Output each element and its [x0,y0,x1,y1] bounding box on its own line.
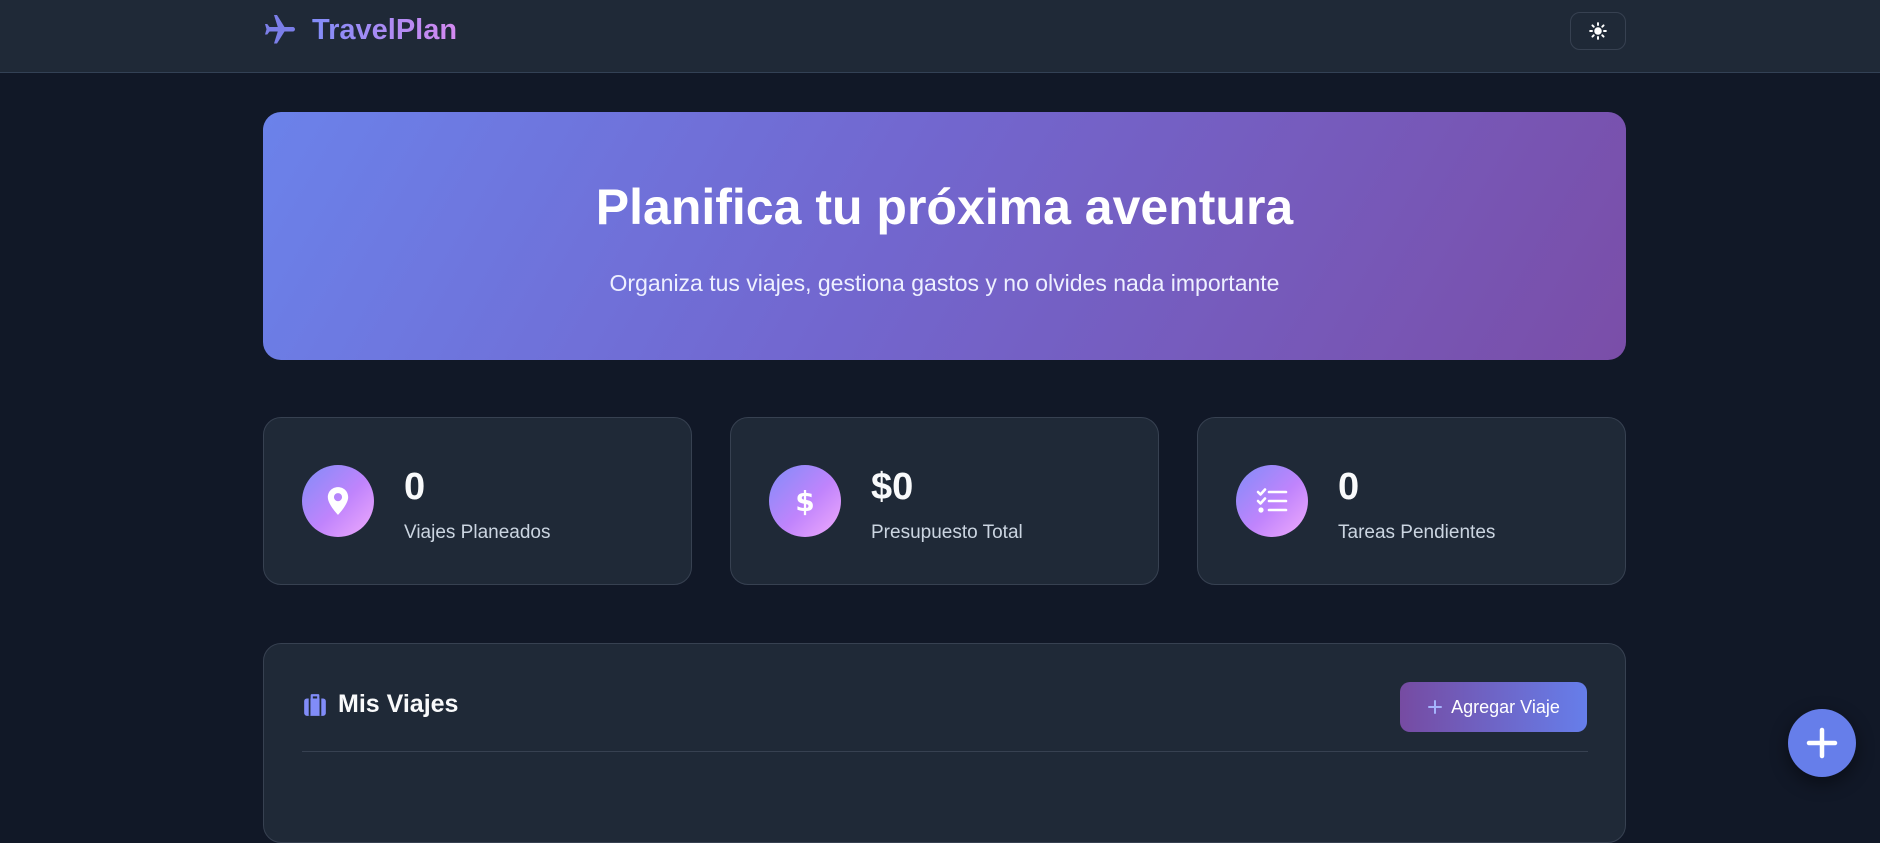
airplane-icon [265,15,295,44]
theme-toggle-button[interactable] [1570,12,1626,50]
add-trip-label: Agregar Viaje [1451,696,1560,717]
svg-text:$: $ [795,485,814,517]
dollar-icon: $ [769,465,841,537]
stat-card-tasks: 0 Tareas Pendientes [1197,417,1626,585]
sun-icon [1589,22,1607,40]
stat-value: 0 [1338,466,1360,508]
stat-value: $0 [871,466,914,508]
top-navbar: TravelPlan [0,0,1880,73]
add-trip-button[interactable]: Agregar Viaje [1400,682,1587,732]
trips-panel: Mis Viajes Agregar Viaje [263,643,1626,843]
brand-name: TravelPlan [312,13,458,46]
hero-title: Planifica tu próxima aventura [595,179,1294,235]
hero-subtitle: Organiza tus viajes, gestiona gastos y n… [609,270,1280,296]
brand-logo[interactable]: TravelPlan [262,10,457,50]
hero-banner: Planifica tu próxima aventura Organiza t… [263,112,1626,360]
suitcase-icon [304,693,326,716]
plus-icon [1428,700,1443,714]
stat-value: 0 [404,466,426,508]
map-pin-icon [302,465,374,537]
divider [302,751,1588,752]
stat-card-trips: 0 Viajes Planeados [263,417,692,585]
trips-header: Mis Viajes [302,690,458,719]
checklist-icon [1236,465,1308,537]
stat-card-budget: $ $0 Presupuesto Total [730,417,1159,585]
stat-label: Tareas Pendientes [1338,522,1496,543]
floating-add-button[interactable] [1788,709,1856,777]
stat-label: Viajes Planeados [404,522,551,543]
trips-title: Mis Viajes [338,690,459,718]
stat-label: Presupuesto Total [871,522,1023,543]
plus-icon [1806,727,1838,759]
